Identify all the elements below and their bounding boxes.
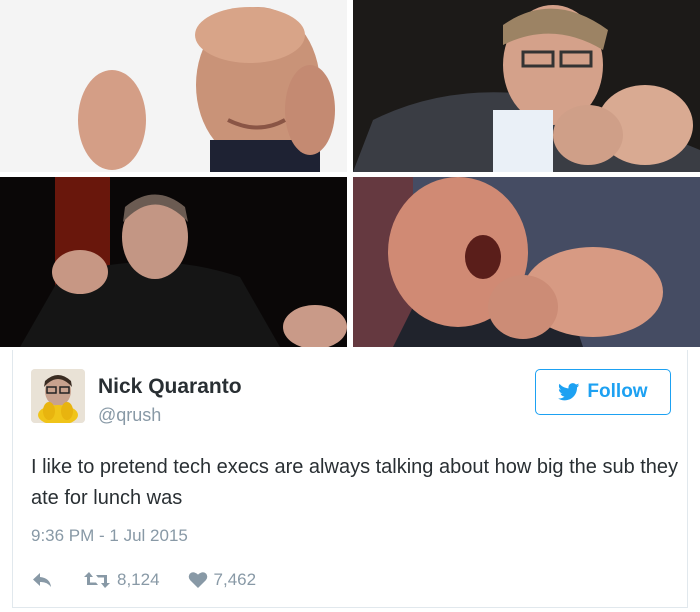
photo-bottom-right	[353, 177, 700, 347]
user-handle[interactable]: @qrush	[98, 405, 161, 426]
reply-icon	[33, 573, 51, 587]
retweet-button[interactable]: 8,124	[83, 570, 160, 590]
person-photo-2	[353, 0, 700, 172]
photo-bottom-left	[0, 177, 347, 347]
person-photo-3	[0, 177, 347, 347]
heart-icon	[188, 572, 207, 588]
photo-collage	[0, 0, 700, 350]
like-button[interactable]: 7,462	[188, 570, 257, 590]
retweet-count: 8,124	[117, 570, 160, 589]
reply-button[interactable]	[31, 571, 53, 589]
follow-label: Follow	[587, 381, 648, 402]
twitter-bird-icon	[558, 383, 580, 401]
avatar[interactable]	[31, 369, 85, 423]
like-count: 7,462	[213, 570, 257, 589]
tweet-timestamp[interactable]: 9:36 PM - 1 Jul 2015	[31, 526, 188, 546]
tweet-card: Nick Quaranto @qrush Follow I like to pr…	[12, 350, 688, 608]
tweet-text: I like to pretend tech execs are always …	[31, 456, 679, 509]
person-photo-4	[353, 177, 700, 347]
tweet-actions: 8,124 7,462	[31, 567, 256, 593]
retweet-icon	[84, 572, 110, 588]
follow-button[interactable]: Follow	[535, 369, 671, 415]
person-photo-1	[0, 0, 347, 172]
avatar-image	[31, 369, 85, 423]
photo-top-right	[353, 0, 700, 172]
photo-top-left	[0, 0, 347, 172]
display-name[interactable]: Nick Quaranto	[98, 375, 242, 399]
